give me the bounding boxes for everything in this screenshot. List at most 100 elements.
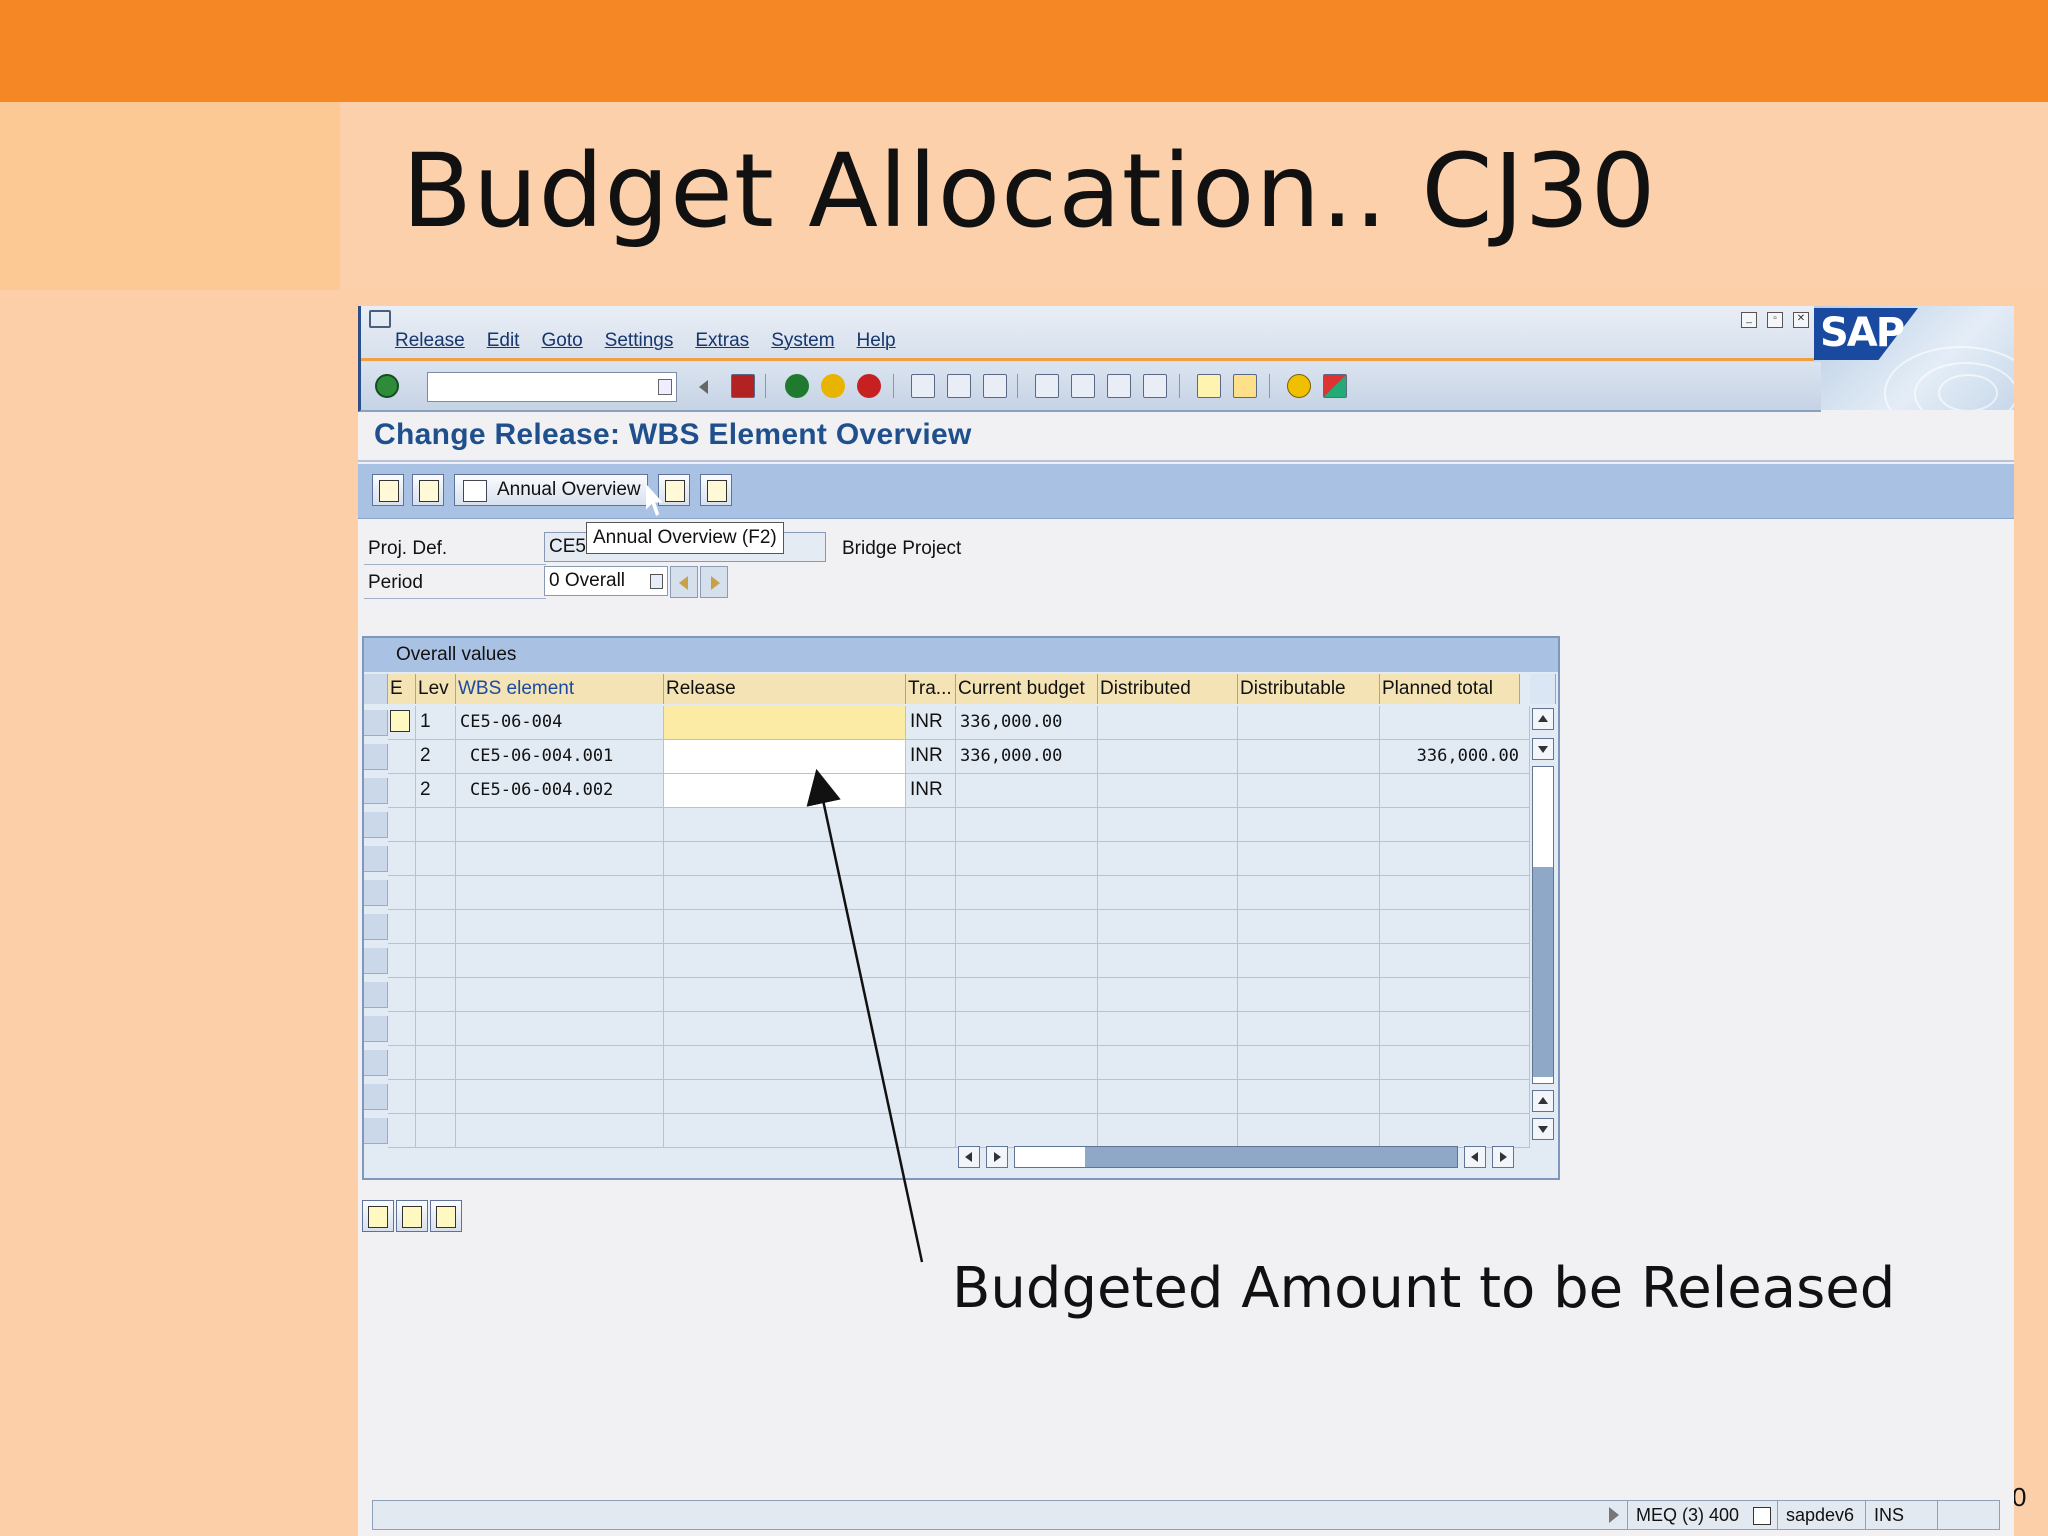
table-title: Overall values [364, 638, 1558, 672]
close-icon[interactable]: ✕ [1793, 312, 1809, 328]
period-field[interactable]: 0 Overall [544, 566, 668, 596]
status-resize-grip[interactable] [1937, 1501, 1996, 1529]
empty-cell [416, 842, 456, 876]
restore-icon[interactable]: ▫ [1767, 312, 1783, 328]
back-icon[interactable] [785, 374, 809, 398]
scroll-col-left-icon[interactable] [1464, 1146, 1486, 1168]
status-expand-icon[interactable] [1609, 1507, 1619, 1523]
col-header-wbs-element[interactable]: WBS element [456, 674, 664, 704]
display-change-button[interactable] [372, 474, 404, 506]
system-menu-icon[interactable] [369, 310, 391, 328]
hierarchy-toggle-icon[interactable] [390, 710, 410, 732]
expand-button[interactable] [658, 474, 690, 506]
row-selector[interactable] [364, 778, 388, 804]
scroll-page-down-icon[interactable] [1532, 1118, 1554, 1140]
scroll-right-icon[interactable] [986, 1146, 1008, 1168]
scroll-page-up-icon[interactable] [1532, 1090, 1554, 1112]
empty-cell [416, 808, 456, 842]
row-selector[interactable] [364, 1118, 388, 1144]
select-all-header[interactable] [364, 674, 388, 704]
menu-system[interactable]: System [771, 330, 834, 352]
release-input[interactable] [664, 740, 906, 774]
help-icon[interactable] [1287, 374, 1311, 398]
release-input[interactable] [664, 706, 906, 740]
exit-icon[interactable] [821, 374, 845, 398]
col-header-e[interactable]: E [388, 674, 416, 704]
scroll-left-icon[interactable] [958, 1146, 980, 1168]
menu-goto[interactable]: Goto [541, 330, 582, 352]
col-header-lev[interactable]: Lev [416, 674, 456, 704]
empty-cell [416, 944, 456, 978]
enter-check-icon[interactable] [375, 374, 399, 398]
row-selector[interactable] [364, 846, 388, 872]
row-selector[interactable] [364, 710, 388, 736]
customize-layout-icon[interactable] [1323, 374, 1347, 398]
row-selector[interactable] [364, 1050, 388, 1076]
row-selector[interactable] [364, 948, 388, 974]
col-header-release[interactable]: Release [664, 674, 906, 704]
vertical-scrollbar[interactable] [1532, 708, 1556, 1142]
row-selector[interactable] [364, 1084, 388, 1110]
previous-page-icon[interactable] [1071, 374, 1095, 398]
collapse-arrow-icon[interactable] [699, 380, 708, 394]
horizontal-scroll-thumb[interactable] [1085, 1147, 1457, 1167]
release-input[interactable] [664, 774, 906, 808]
next-page-icon[interactable] [1107, 374, 1131, 398]
save-icon[interactable] [731, 374, 755, 398]
last-page-icon[interactable] [1143, 374, 1167, 398]
edit-button[interactable] [412, 474, 444, 506]
empty-cell [1380, 1012, 1530, 1046]
find-next-icon[interactable] [983, 374, 1007, 398]
menu-release[interactable]: Release [395, 330, 465, 352]
collapse-icon [707, 480, 727, 502]
table-settings-icon[interactable] [1530, 674, 1556, 704]
deselect-all-button[interactable] [430, 1200, 462, 1232]
row-selector[interactable] [364, 744, 388, 770]
menu-extras[interactable]: Extras [695, 330, 749, 352]
cancel-icon[interactable] [857, 374, 881, 398]
annual-overview-button[interactable]: Annual Overview [454, 474, 648, 506]
col-header-tra[interactable]: Tra... [906, 674, 956, 704]
empty-cell [1098, 1080, 1238, 1114]
collapse-button[interactable] [700, 474, 732, 506]
create-session-icon[interactable] [1197, 374, 1221, 398]
minimize-icon[interactable]: _ [1741, 312, 1757, 328]
row-selector[interactable] [364, 914, 388, 940]
col-header-distributed[interactable]: Distributed [1098, 674, 1238, 704]
row-selector[interactable] [364, 982, 388, 1008]
row-selector[interactable] [364, 812, 388, 838]
empty-cell [1238, 1012, 1380, 1046]
row-selector[interactable] [364, 880, 388, 906]
status-system: MEQ (3) 400 [1627, 1501, 1754, 1529]
col-header-current-budget[interactable]: Current budget [956, 674, 1098, 704]
vertical-scroll-thumb[interactable] [1533, 867, 1553, 1077]
col-header-planned-total[interactable]: Planned total [1380, 674, 1520, 704]
empty-cell [906, 1114, 956, 1148]
period-dropdown-icon[interactable] [650, 574, 663, 589]
first-page-icon[interactable] [1035, 374, 1059, 398]
command-field[interactable] [427, 372, 677, 402]
find-icon[interactable] [947, 374, 971, 398]
horizontal-scrollbar[interactable] [958, 1146, 1528, 1170]
empty-cell [388, 1080, 416, 1114]
select-block-button[interactable] [396, 1200, 428, 1232]
next-period-button[interactable] [700, 566, 728, 598]
scroll-col-right-icon[interactable] [1492, 1146, 1514, 1168]
select-all-button[interactable] [362, 1200, 394, 1232]
col-header-distributable[interactable]: Distributable [1238, 674, 1380, 704]
scroll-up-icon[interactable] [1532, 708, 1554, 730]
menu-edit[interactable]: Edit [487, 330, 520, 352]
print-icon[interactable] [911, 374, 935, 398]
shortcut-icon[interactable] [1233, 374, 1257, 398]
empty-cell [1380, 876, 1530, 910]
command-dropdown-icon[interactable] [658, 379, 672, 395]
menu-help[interactable]: Help [857, 330, 896, 352]
row-selector[interactable] [364, 1016, 388, 1042]
empty-cell [1238, 808, 1380, 842]
previous-period-button[interactable] [670, 566, 698, 598]
menu-settings[interactable]: Settings [605, 330, 674, 352]
empty-cell [956, 1114, 1098, 1148]
cell-distributed [1098, 774, 1238, 808]
scroll-down-icon[interactable] [1532, 738, 1554, 760]
status-session-icon[interactable] [1753, 1507, 1771, 1525]
